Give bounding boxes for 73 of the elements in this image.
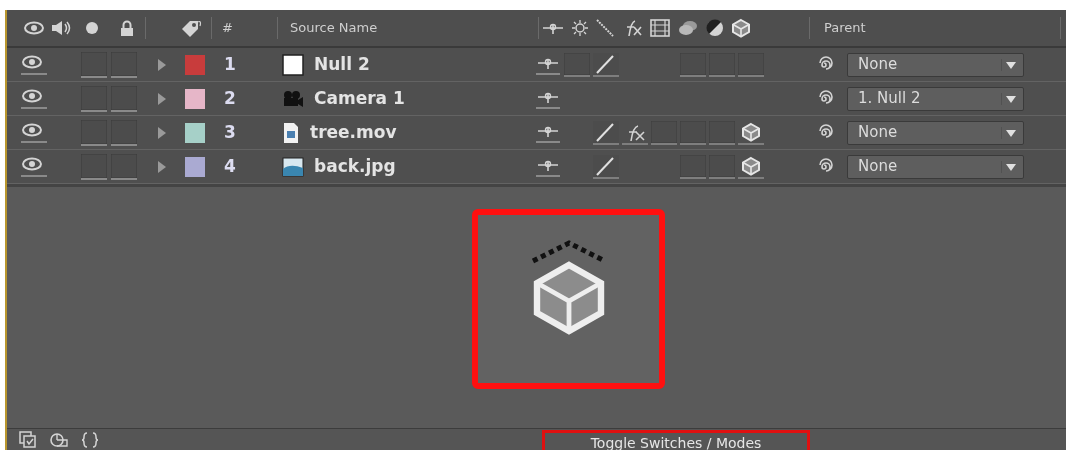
film-icon [649,18,671,38]
switch-box[interactable] [81,85,107,112]
layer-number: 2 [223,86,237,110]
layer-number: 1 [223,52,237,76]
layer-name[interactable]: Null 2 [314,51,370,78]
blur-icon [677,18,699,38]
color-swatch[interactable] [185,122,205,143]
switch-box[interactable] [564,52,590,77]
layer-name[interactable]: tree.mov [310,119,397,146]
expand-triangle-icon[interactable] [157,125,167,140]
layer-number: 3 [223,120,237,144]
switch-box[interactable] [111,119,137,146]
switch-box[interactable] [111,153,137,180]
switch-box[interactable] [680,154,706,179]
braces-icon[interactable] [81,431,99,449]
parent-dropdown[interactable]: 1. Null 2 [847,86,1024,111]
layer-row[interactable]: 4 back.jpg None [7,150,1066,184]
column-header: # [221,19,234,38]
file-icon [282,121,300,144]
sun-icon [571,19,589,37]
eye-icon[interactable] [21,87,47,110]
parent-dropdown[interactable]: None [847,120,1024,145]
parent-dropdown[interactable]: None [847,154,1024,179]
switch-box[interactable] [680,120,706,145]
caret-icon [1001,58,1017,71]
caret-icon [1001,160,1017,173]
layer-row[interactable]: 3 tree.mov None [7,116,1066,150]
switch-box[interactable] [81,119,107,146]
eye-icon [23,20,45,36]
color-swatch[interactable] [185,156,205,177]
cube-icon[interactable] [738,120,764,145]
pie-icon[interactable] [49,431,69,449]
parent-dropdown[interactable]: None [847,52,1024,77]
anchor-icon [541,21,565,35]
switch-box[interactable] [111,51,137,78]
half-circle-icon [705,18,725,38]
image-file-icon [282,156,304,177]
switch-box[interactable] [651,120,677,145]
switch-box[interactable] [680,52,706,77]
eye-icon[interactable] [21,155,47,178]
expand-triangle-icon[interactable] [157,91,167,106]
switch-box[interactable] [81,153,107,180]
layer-name[interactable]: Camera 1 [314,85,405,112]
expand-triangle-icon[interactable] [157,57,167,72]
switch-box[interactable] [709,154,735,179]
speaker-icon [50,19,72,37]
eye-icon[interactable] [21,53,47,76]
caret-icon [1001,126,1017,139]
color-swatch[interactable] [185,88,205,109]
solo-dot-icon [85,21,99,35]
color-swatch[interactable] [185,54,205,75]
switch-box[interactable] [111,85,137,112]
layer-row[interactable]: 2 Camera 1 1. Null 2 [7,82,1066,116]
layer-name[interactable]: back.jpg [314,153,396,180]
switch-box[interactable] [709,52,735,77]
switch-box[interactable] [709,120,735,145]
layer-number: 4 [223,154,237,178]
column-header: Source Name [289,19,379,38]
caret-icon [1001,92,1017,105]
switch-box[interactable] [738,52,764,77]
lock-icon [120,19,134,37]
solid-layer-icon [282,53,304,76]
expand-triangle-icon[interactable] [157,159,167,174]
camera-icon [282,89,304,108]
eye-icon[interactable] [21,121,47,144]
cube-icon[interactable] [738,154,764,179]
layer-row[interactable]: 1 Null 2 None [7,48,1066,82]
toggle-button[interactable]: Toggle Switches / Modes [542,430,810,450]
switch-box[interactable] [81,51,107,78]
column-header: Parent [823,19,867,38]
layers-icon[interactable] [19,431,37,449]
cube-icon [731,18,751,38]
diagonal-line-icon [595,18,615,38]
